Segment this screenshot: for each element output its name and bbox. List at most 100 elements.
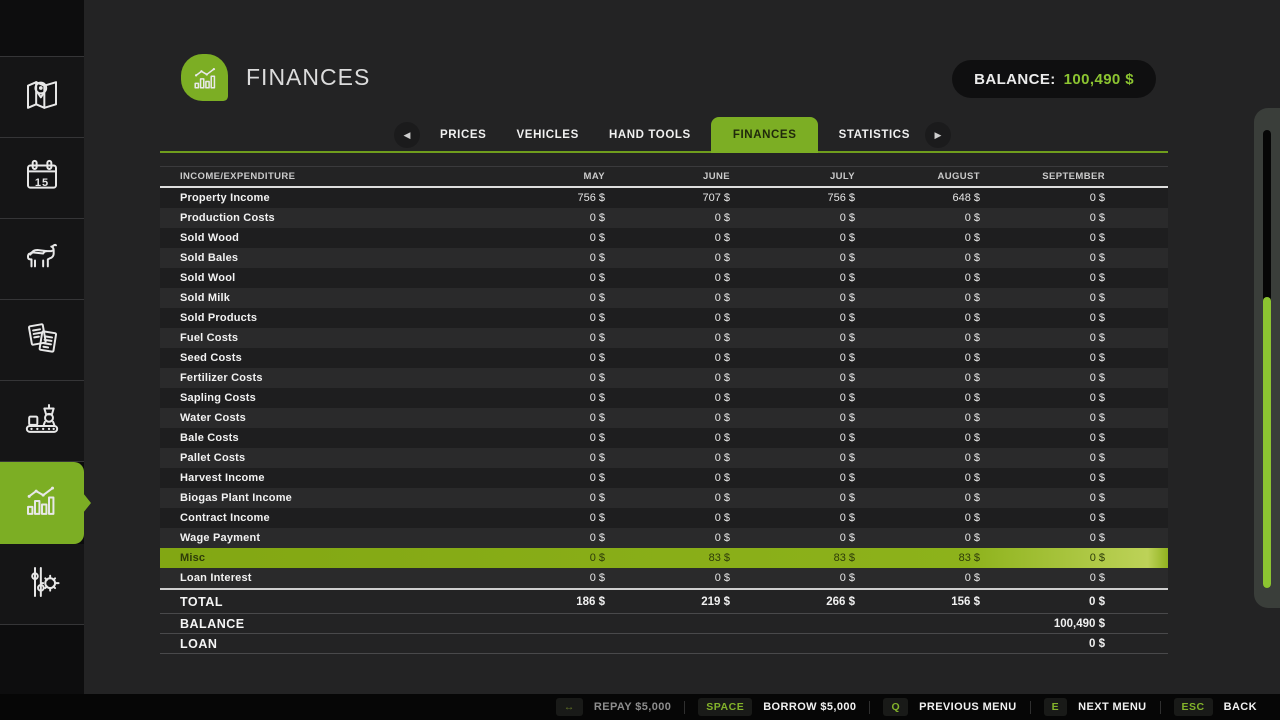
row-value: 0 $ bbox=[980, 552, 1105, 564]
table-row[interactable]: Water Costs0 $0 $0 $0 $0 $ bbox=[160, 408, 1168, 428]
row-value: 0 $ bbox=[855, 412, 980, 424]
row-value: 0 $ bbox=[730, 572, 855, 584]
row-value: 0 $ bbox=[730, 412, 855, 424]
table-row[interactable]: Fuel Costs0 $0 $0 $0 $0 $ bbox=[160, 328, 1168, 348]
sidebar-item-finances[interactable]: ▸ bbox=[0, 462, 84, 544]
row-value: 0 $ bbox=[730, 512, 855, 524]
row-value: 0 $ bbox=[980, 412, 1105, 424]
row-value: 0 $ bbox=[605, 452, 730, 464]
table-row[interactable]: Sold Wood0 $0 $0 $0 $0 $ bbox=[160, 228, 1168, 248]
row-label: Sold Bales bbox=[160, 252, 480, 264]
sidebar-item-animals[interactable] bbox=[0, 219, 84, 300]
row-value: 0 $ bbox=[480, 412, 605, 424]
scrollbar-thumb[interactable] bbox=[1263, 297, 1271, 588]
table-row[interactable]: Fertilizer Costs0 $0 $0 $0 $0 $ bbox=[160, 368, 1168, 388]
tab-finances[interactable]: FINANCES bbox=[711, 117, 819, 153]
sidebar-item-production[interactable] bbox=[0, 381, 84, 462]
row-value: 83 $ bbox=[605, 552, 730, 564]
table-header-row: INCOME/EXPENDITURE MAY JUNE JULY AUGUST … bbox=[160, 166, 1168, 188]
table-row[interactable]: Bale Costs0 $0 $0 $0 $0 $ bbox=[160, 428, 1168, 448]
table-row[interactable]: Contract Income0 $0 $0 $0 $0 $ bbox=[160, 508, 1168, 528]
row-value: 0 $ bbox=[980, 312, 1105, 324]
key-badge: SPACE bbox=[698, 698, 752, 716]
row-value: 648 $ bbox=[855, 192, 980, 204]
row-value: 0 $ bbox=[980, 352, 1105, 364]
chevron-right-icon: ▶ bbox=[935, 130, 942, 141]
table-row[interactable]: Sold Milk0 $0 $0 $0 $0 $ bbox=[160, 288, 1168, 308]
row-value: 0 $ bbox=[605, 392, 730, 404]
row-value: 0 $ bbox=[855, 432, 980, 444]
tabs-next-button[interactable]: ▶ bbox=[925, 122, 951, 148]
row-value: 0 $ bbox=[605, 352, 730, 364]
table-row[interactable]: Harvest Income0 $0 $0 $0 $0 $ bbox=[160, 468, 1168, 488]
row-value: 0 $ bbox=[605, 412, 730, 424]
keybind-back[interactable]: ESC BACK bbox=[1174, 698, 1257, 716]
keybind-separator bbox=[869, 701, 870, 714]
row-value: 0 $ bbox=[605, 232, 730, 244]
row-value: 0 $ bbox=[730, 352, 855, 364]
table-row[interactable]: Property Income756 $707 $756 $648 $0 $ bbox=[160, 188, 1168, 208]
keybind-borrow-5-000[interactable]: SPACE BORROW $5,000 bbox=[698, 698, 856, 716]
row-value: 0 $ bbox=[980, 292, 1105, 304]
row-value: 0 $ bbox=[480, 472, 605, 484]
row-value: 0 $ bbox=[480, 512, 605, 524]
tab-list: PRICES VEHICLES HAND TOOLS FINANCES STATISTI… bbox=[430, 117, 920, 153]
summary-row-loan: LOAN0 $ bbox=[160, 634, 1168, 654]
balance-label: BALANCE: bbox=[974, 71, 1056, 88]
table-row-selected[interactable]: Misc0 $83 $83 $83 $0 $ bbox=[160, 548, 1168, 568]
row-label: Sapling Costs bbox=[160, 392, 480, 404]
table-row[interactable]: Sold Bales0 $0 $0 $0 $0 $ bbox=[160, 248, 1168, 268]
tab-vehicles[interactable]: VEHICLES bbox=[507, 117, 589, 153]
keybind-repay-5-000[interactable]: ↔ REPAY $5,000 bbox=[556, 698, 671, 716]
row-value: 0 $ bbox=[855, 392, 980, 404]
table-row[interactable]: Sold Wool0 $0 $0 $0 $0 $ bbox=[160, 268, 1168, 288]
sidebar-item-calendar[interactable]: 15 bbox=[0, 138, 84, 219]
row-value: 0 $ bbox=[605, 432, 730, 444]
scrollbar bbox=[1254, 108, 1280, 608]
tab-hand-tools[interactable]: HAND TOOLS bbox=[599, 117, 701, 153]
row-value: 0 $ bbox=[980, 492, 1105, 504]
keybind-previous-menu[interactable]: Q PREVIOUS MENU bbox=[883, 698, 1016, 716]
row-value: 756 $ bbox=[480, 192, 605, 204]
sidebar-item-contracts[interactable] bbox=[0, 300, 84, 381]
table-row[interactable]: Seed Costs0 $0 $0 $0 $0 $ bbox=[160, 348, 1168, 368]
tab-statistics[interactable]: STATISTICS bbox=[829, 117, 920, 153]
row-value: 0 $ bbox=[980, 212, 1105, 224]
row-value: 0 $ bbox=[855, 292, 980, 304]
table-row[interactable]: Sapling Costs0 $0 $0 $0 $0 $ bbox=[160, 388, 1168, 408]
row-value: 0 $ bbox=[980, 372, 1105, 384]
tab-prices[interactable]: PRICES bbox=[430, 117, 496, 153]
table-row[interactable]: Production Costs0 $0 $0 $0 $0 $ bbox=[160, 208, 1168, 228]
sidebar-item-settings[interactable] bbox=[0, 544, 84, 625]
row-label: Misc bbox=[160, 552, 480, 564]
tabs-prev-button[interactable]: ◀ bbox=[394, 122, 420, 148]
row-value: 0 $ bbox=[480, 252, 605, 264]
row-label: Loan Interest bbox=[160, 572, 480, 584]
table-row[interactable]: Pallet Costs0 $0 $0 $0 $0 $ bbox=[160, 448, 1168, 468]
row-value: 0 $ bbox=[855, 532, 980, 544]
keybind-label: BORROW $5,000 bbox=[763, 701, 856, 713]
row-value: 0 $ bbox=[605, 532, 730, 544]
row-value: 0 $ bbox=[605, 272, 730, 284]
row-value: 0 $ bbox=[480, 372, 605, 384]
row-label: Bale Costs bbox=[160, 432, 480, 444]
row-value: 0 $ bbox=[855, 252, 980, 264]
row-value: 0 $ bbox=[980, 432, 1105, 444]
table-row[interactable]: Sold Products0 $0 $0 $0 $0 $ bbox=[160, 308, 1168, 328]
row-value: 0 $ bbox=[730, 392, 855, 404]
row-value: 0 $ bbox=[480, 212, 605, 224]
main-content: FINANCES BALANCE: 100,490 $ ◀ PRICESVEHI… bbox=[84, 0, 1280, 694]
sidebar-item-map[interactable] bbox=[0, 57, 84, 138]
table-row[interactable]: Wage Payment0 $0 $0 $0 $0 $ bbox=[160, 528, 1168, 548]
row-label: Harvest Income bbox=[160, 472, 480, 484]
row-value: 0 $ bbox=[980, 572, 1105, 584]
row-value: 0 $ bbox=[605, 512, 730, 524]
page-title: FINANCES bbox=[246, 64, 370, 91]
row-label: Sold Milk bbox=[160, 292, 480, 304]
keybind-next-menu[interactable]: E NEXT MENU bbox=[1044, 698, 1147, 716]
table-row[interactable]: Loan Interest0 $0 $0 $0 $0 $ bbox=[160, 568, 1168, 588]
table-row[interactable]: Biogas Plant Income0 $0 $0 $0 $0 $ bbox=[160, 488, 1168, 508]
row-value: 0 $ bbox=[980, 638, 1105, 650]
row-value: 0 $ bbox=[480, 492, 605, 504]
table-body: Property Income756 $707 $756 $648 $0 $Pr… bbox=[160, 188, 1168, 588]
